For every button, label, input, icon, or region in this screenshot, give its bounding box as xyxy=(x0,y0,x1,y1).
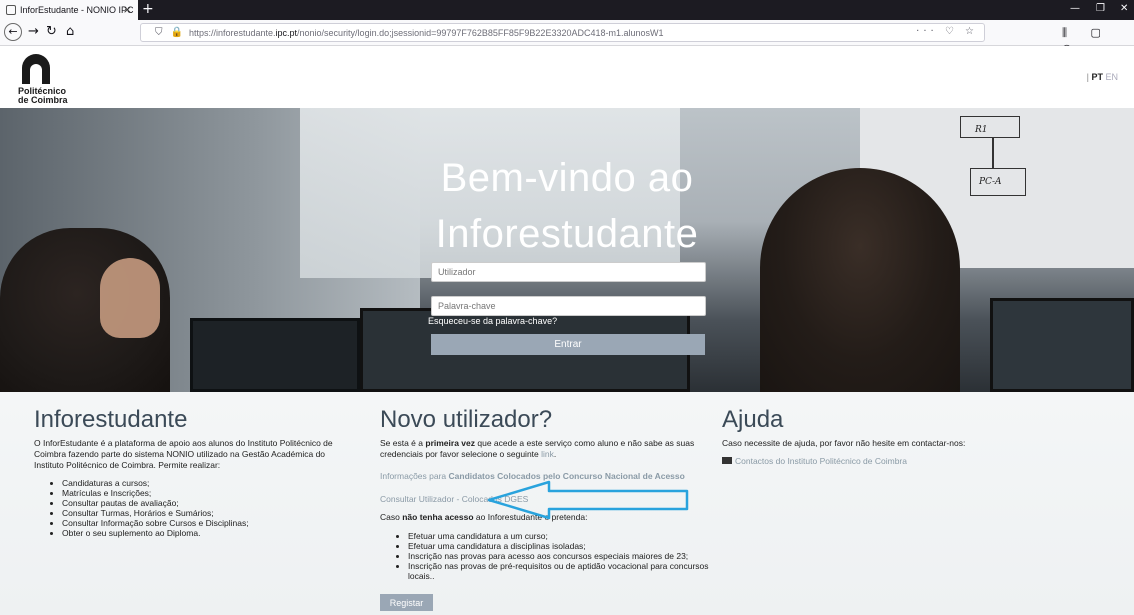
page-actions-icons[interactable]: ··· ♡ ☆ xyxy=(916,26,978,37)
window-close-icon[interactable]: ✕ xyxy=(1120,3,1128,14)
browser-tab-bar: InforEstudante - NONIO IPC × + — ❐ ✕ xyxy=(0,0,1134,20)
list-item: Inscrição nas provas de pré-requisitos o… xyxy=(408,561,710,581)
help-heading: Ajuda xyxy=(722,406,784,433)
browser-tab[interactable]: InforEstudante - NONIO IPC × xyxy=(0,0,138,20)
language-switcher: | PT EN xyxy=(1086,72,1118,82)
password-input[interactable] xyxy=(431,296,706,316)
inforestudante-intro: O InforEstudante é a plataforma de apoio… xyxy=(34,438,333,470)
back-icon[interactable]: ← xyxy=(4,23,22,41)
minimize-icon[interactable]: — xyxy=(1070,3,1080,14)
help-column: Ajuda Caso necessite de ajuda, por favor… xyxy=(722,406,1022,467)
new-tab-button[interactable]: + xyxy=(142,1,154,17)
inforestudante-heading: Inforestudante xyxy=(34,406,188,433)
register-button[interactable]: Registar xyxy=(380,594,433,611)
info-section: Inforestudante O InforEstudante é a plat… xyxy=(0,392,1134,615)
shield-icon[interactable]: ⛉ xyxy=(155,27,163,38)
list-item: Candidaturas a cursos; xyxy=(62,478,354,488)
logo-text: Politécnico de Coimbra xyxy=(18,86,68,105)
new-user-heading: Novo utilizador? xyxy=(380,406,553,433)
contacts-link[interactable]: Contactos do Instituto Politécnico de Co… xyxy=(735,456,907,466)
forgot-password-link[interactable]: Esqueceu-se da palavra-chave? xyxy=(428,316,557,326)
lang-en-link[interactable]: EN xyxy=(1105,72,1118,82)
lock-icon[interactable]: 🔒 xyxy=(171,27,183,38)
help-text: Caso necessite de ajuda, por favor não h… xyxy=(722,438,966,448)
list-item: Inscrição nas provas para acesso aos con… xyxy=(408,551,710,561)
close-tab-icon[interactable]: × xyxy=(123,3,132,16)
inforestudante-column: Inforestudante O InforEstudante é a plat… xyxy=(34,406,354,538)
tab-title: InforEstudante - NONIO IPC xyxy=(20,5,134,15)
register-options-list: Efetuar uma candidatura a um curso; Efet… xyxy=(380,531,710,581)
url-text[interactable]: https://inforestudante.ipc.pt/nonio/secu… xyxy=(189,28,664,38)
username-input[interactable] xyxy=(431,262,706,282)
home-icon[interactable]: ⌂ xyxy=(66,24,74,40)
lang-pt-link[interactable]: PT xyxy=(1091,72,1103,82)
envelope-icon xyxy=(722,457,732,465)
new-user-intro: Se esta é a primeira vez que acede a est… xyxy=(380,438,695,459)
list-item: Matrículas e Inscrições; xyxy=(62,488,354,498)
list-item: Efetuar uma candidatura a um curso; xyxy=(408,531,710,541)
url-bar[interactable]: ⛉ 🔒 https://inforestudante.ipc.pt/nonio/… xyxy=(140,23,985,42)
browser-nav-bar: ← → ↻ ⌂ ⛉ 🔒 https://inforestudante.ipc.p… xyxy=(0,20,1134,55)
list-item: Efetuar uma candidatura a disciplinas is… xyxy=(408,541,710,551)
list-item: Obter o seu suplemento ao Diploma. xyxy=(62,528,354,538)
feature-list: Candidaturas a cursos; Matrículas e Insc… xyxy=(34,478,354,538)
favicon-icon xyxy=(6,5,16,15)
logo[interactable]: Politécnico de Coimbra xyxy=(18,54,68,105)
logo-arch-icon xyxy=(22,54,50,84)
list-item: Consultar Turmas, Horários e Sumários; xyxy=(62,508,354,518)
page-header: Politécnico de Coimbra | PT EN xyxy=(0,46,1134,108)
reload-icon[interactable]: ↻ xyxy=(46,24,57,40)
list-item: Consultar pautas de avaliação; xyxy=(62,498,354,508)
annotation-arrow-icon xyxy=(487,480,689,520)
list-item: Consultar Informação sobre Cursos e Disc… xyxy=(62,518,354,528)
restore-icon[interactable]: ❐ xyxy=(1096,3,1105,14)
login-button[interactable]: Entrar xyxy=(431,334,705,355)
forward-icon[interactable]: → xyxy=(28,24,39,40)
first-time-link[interactable]: link xyxy=(541,449,554,459)
hero-title: Bem-vindo ao Inforestudante xyxy=(435,156,699,256)
